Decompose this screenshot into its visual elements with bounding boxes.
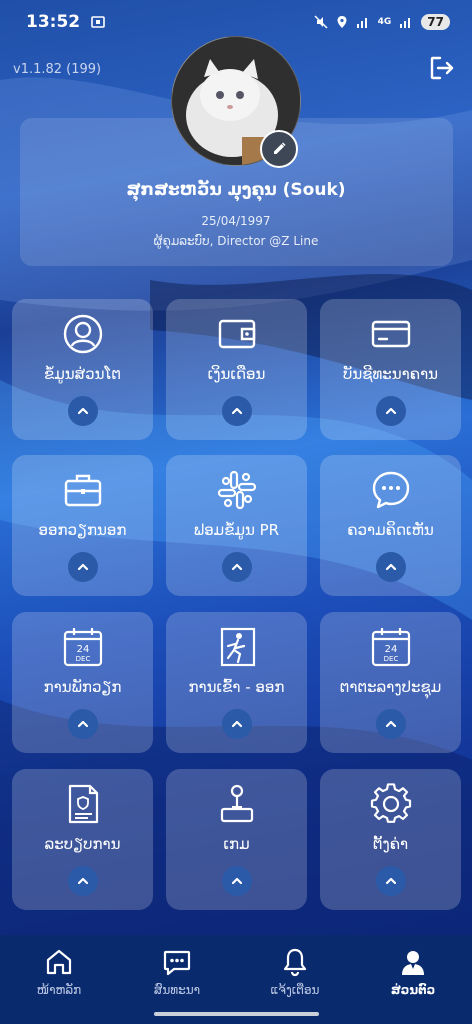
svg-text:24: 24 — [385, 644, 398, 655]
tile-label: ຕັ້ງຄ່າ — [372, 835, 409, 853]
edit-avatar-button[interactable] — [260, 130, 298, 168]
tile-label: ການເຂົ້າ - ອອກ — [188, 678, 285, 696]
nav-label: ໜ້າຫລັກ — [36, 983, 82, 997]
tile-label: ການພັກວຽກ — [43, 678, 122, 696]
nav-label: ສົນທະນາ — [153, 983, 201, 997]
tile-meeting-schedule[interactable]: 24 DEC ຕາຕະລາງປະຊຸມ — [320, 612, 461, 753]
tile-settings[interactable]: ຕັ້ງຄ່າ — [320, 769, 461, 910]
chevron-up-icon[interactable] — [68, 709, 98, 739]
svg-text:DEC: DEC — [384, 655, 399, 663]
signal-icon — [356, 18, 367, 28]
chevron-up-icon[interactable] — [68, 552, 98, 582]
chevron-up-icon[interactable] — [222, 396, 252, 426]
credit-card-icon — [371, 320, 411, 348]
tile-check-in-out[interactable]: ການເຂົ້າ - ອອກ — [166, 612, 307, 753]
chevron-up-icon[interactable] — [222, 866, 252, 896]
pencil-icon — [274, 142, 286, 154]
profile-role: ຜູ້ຄຸມລະບົບ, Director @Z Line — [153, 234, 319, 248]
tile-leave[interactable]: 24 DEC ການພັກວຽກ — [12, 612, 153, 753]
nav-notifications[interactable]: ແຈ້ງເຕືອນ — [236, 935, 354, 1010]
profile-icon — [402, 951, 424, 975]
tile-salary[interactable]: ເງິນເດືອນ — [166, 299, 307, 440]
svg-text:24: 24 — [77, 644, 90, 655]
chevron-up-icon[interactable] — [376, 866, 406, 896]
tile-personal-info[interactable]: ຂໍ້ມູນສ່ວນໂຕ — [12, 299, 153, 440]
chat-bubble-icon — [372, 471, 410, 509]
location-icon — [337, 16, 347, 28]
chevron-up-icon[interactable] — [376, 552, 406, 582]
logout-icon[interactable] — [428, 54, 456, 82]
profile-dob: 25/04/1997 — [201, 214, 271, 228]
gear-icon — [370, 783, 412, 823]
status-time: 13:52 — [26, 12, 81, 32]
nav-profile[interactable]: ສ່ວນຕົວ — [354, 935, 472, 1010]
slack-icon — [217, 470, 257, 510]
tile-games[interactable]: ເກມ — [166, 769, 307, 910]
tile-label: ເງິນເດືອນ — [207, 365, 266, 383]
nav-home[interactable]: ໜ້າຫລັກ — [0, 935, 118, 1010]
tile-label: ຟອມຂໍ້ມູນ PR — [193, 521, 280, 539]
nav-chat[interactable]: ສົນທະນາ — [118, 935, 236, 1010]
wallet-icon — [218, 319, 256, 349]
calendar-icon: 24DEC — [371, 628, 411, 667]
tile-regulations[interactable]: ລະບຽບການ — [12, 769, 153, 910]
chevron-up-icon[interactable] — [376, 709, 406, 739]
joystick-icon — [220, 784, 254, 823]
tile-label: ຂໍ້ມູນສ່ວນໂຕ — [43, 365, 122, 383]
tile-label: ຕາຕະລາງປະຊຸມ — [339, 678, 442, 696]
tile-label: ຄວາມຄິດເຫັນ — [347, 521, 434, 539]
battery-indicator: 77 — [421, 14, 450, 30]
calendar-icon: 24DEC — [63, 628, 103, 667]
app-version: v1.1.82 (199) — [13, 62, 102, 77]
tile-outside-work[interactable]: ອອກວຽກນອກ — [12, 455, 153, 596]
home-icon — [46, 949, 72, 975]
svg-text:DEC: DEC — [76, 655, 91, 663]
chevron-up-icon[interactable] — [68, 396, 98, 426]
exit-door-icon — [220, 627, 256, 667]
tile-pr-form[interactable]: ຟອມຂໍ້ມູນ PR — [166, 455, 307, 596]
nav-label: ສ່ວນຕົວ — [390, 983, 436, 997]
bell-icon — [283, 948, 307, 977]
chat-icon — [163, 950, 191, 976]
user-circle-icon — [63, 314, 103, 354]
network-type: 4G — [377, 17, 392, 27]
signal-icon-2 — [400, 18, 411, 28]
profile-name: ສຸກສະຫວັນ ມຸງຄຸນ (Souk) — [126, 180, 346, 200]
screenshot-icon — [91, 16, 105, 28]
document-shield-icon — [68, 784, 99, 824]
chevron-up-icon[interactable] — [376, 396, 406, 426]
chevron-up-icon[interactable] — [222, 709, 252, 739]
tile-label: ລະບຽບການ — [44, 835, 121, 853]
tile-feedback[interactable]: ຄວາມຄິດເຫັນ — [320, 455, 461, 596]
chevron-up-icon[interactable] — [68, 866, 98, 896]
tile-label: ບັນຊີທະນາຄານ — [342, 365, 439, 383]
tile-label: ເກມ — [223, 835, 250, 853]
tile-bank-account[interactable]: ບັນຊີທະນາຄານ — [320, 299, 461, 440]
nav-label: ແຈ້ງເຕືອນ — [270, 983, 320, 997]
mute-icon — [314, 15, 328, 29]
bottom-nav: ໜ້າຫລັກ ສົນທະນາ ແຈ້ງເຕືອນ ສ່ວນຕົວ — [0, 935, 472, 1024]
chevron-up-icon[interactable] — [222, 552, 252, 582]
home-indicator — [154, 1012, 319, 1016]
briefcase-icon — [64, 474, 102, 507]
tile-label: ອອກວຽກນອກ — [38, 521, 127, 539]
